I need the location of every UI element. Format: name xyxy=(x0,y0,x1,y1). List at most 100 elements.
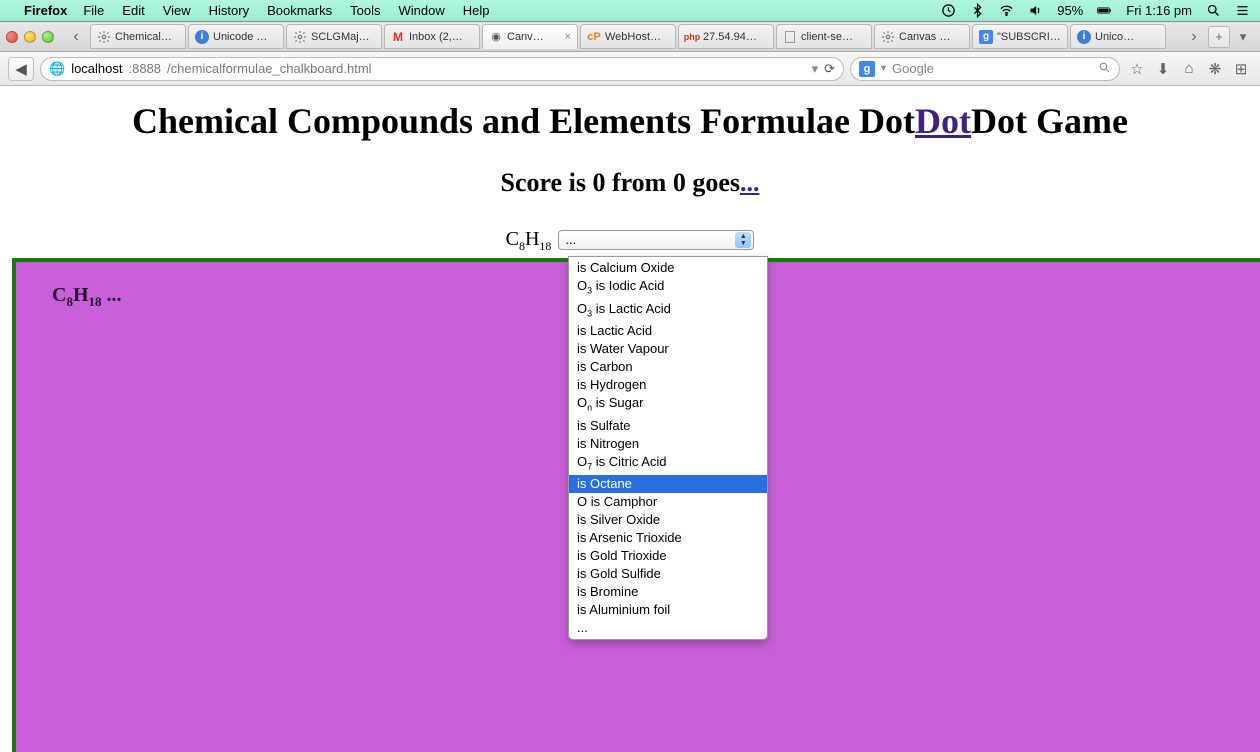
browser-tab[interactable]: MInbox (2,… xyxy=(384,24,480,49)
select-arrows-icon: ▲▼ xyxy=(735,232,751,248)
browser-tab[interactable]: cPWebHost… xyxy=(580,24,676,49)
menu-bookmarks[interactable]: Bookmarks xyxy=(267,3,332,18)
menu-edit[interactable]: Edit xyxy=(122,3,144,18)
timemachine-icon[interactable] xyxy=(941,3,956,18)
answer-select[interactable]: ... ▲▼ xyxy=(558,230,754,250)
downloads-icon[interactable]: ⬇ xyxy=(1152,58,1174,80)
dropdown-option[interactable]: is Lactic Acid xyxy=(569,322,767,340)
dropdown-option[interactable]: is Water Vapour xyxy=(569,340,767,358)
reload-button[interactable]: ⟳ xyxy=(824,61,835,77)
tab-close-icon[interactable]: × xyxy=(565,31,571,43)
feed-icon[interactable]: ❋ xyxy=(1204,58,1226,80)
new-tab-button[interactable]: + xyxy=(1208,26,1230,48)
menu-file[interactable]: File xyxy=(83,3,104,18)
tab-title: Unico… xyxy=(1095,31,1159,43)
battery-percent[interactable]: 95% xyxy=(1057,3,1083,18)
volume-icon[interactable] xyxy=(1028,3,1043,18)
tab-scroll-right[interactable]: › xyxy=(1184,27,1204,47)
browser-tab[interactable]: SCLGMaj… xyxy=(286,24,382,49)
dropdown-option[interactable]: is Octane xyxy=(569,475,767,493)
tab-title: Chemical… xyxy=(115,31,179,43)
dropdown-option[interactable]: O3 is Lactic Acid xyxy=(569,300,767,323)
browser-tab[interactable]: iUnico… xyxy=(1070,24,1166,49)
bluetooth-icon[interactable] xyxy=(970,3,985,18)
tab-favicon: i xyxy=(195,30,209,44)
dropdown-option[interactable]: is Bromine xyxy=(569,583,767,601)
tab-title: "SUBSCRI… xyxy=(997,31,1061,43)
url-input[interactable]: 🌐 localhost:8888/chemicalformulae_chalkb… xyxy=(40,57,844,81)
dropdown-option[interactable]: O7 is Citric Acid xyxy=(569,453,767,476)
tab-overflow-button[interactable]: ▾ xyxy=(1232,29,1254,45)
search-input[interactable]: g ▾ Google xyxy=(850,57,1120,81)
menubar-app-name[interactable]: Firefox xyxy=(24,3,67,18)
search-engine-dropdown-icon[interactable]: ▾ xyxy=(881,63,886,74)
close-window-button[interactable] xyxy=(6,31,18,43)
browser-tab[interactable]: client-se… xyxy=(776,24,872,49)
browser-tab[interactable]: g "SUBSCRI… xyxy=(972,24,1068,49)
dropdown-option[interactable]: is Carbon xyxy=(569,358,767,376)
wifi-icon[interactable] xyxy=(999,3,1014,18)
url-path: /chemicalformulae_chalkboard.html xyxy=(167,61,371,76)
browser-tab[interactable]: Canvas … xyxy=(874,24,970,49)
formula-text: C8H18 xyxy=(506,228,552,250)
dropdown-option[interactable]: O3 is Iodic Acid xyxy=(569,277,767,300)
tab-title: Canv… xyxy=(507,31,559,43)
browser-tab[interactable]: php 27.54.94… xyxy=(678,24,774,49)
browser-toolbar: ◀ 🌐 localhost:8888/chemicalformulae_chal… xyxy=(0,52,1260,86)
dropdown-option[interactable]: is Gold Sulfide xyxy=(569,565,767,583)
battery-icon[interactable] xyxy=(1097,3,1112,18)
home-button[interactable]: ⌂ xyxy=(1178,58,1200,80)
dropdown-option[interactable]: O is Camphor xyxy=(569,493,767,511)
menu-view[interactable]: View xyxy=(163,3,191,18)
tab-title: 27.54.94… xyxy=(703,31,767,43)
dropdown-option[interactable]: is Sulfate xyxy=(569,417,767,435)
bookmark-star-icon[interactable]: ☆ xyxy=(1126,58,1148,80)
browser-tab[interactable]: iUnicode … xyxy=(188,24,284,49)
tab-favicon: g xyxy=(979,30,993,44)
tab-scroll-left[interactable]: ‹ xyxy=(66,27,86,47)
tab-title: Inbox (2,… xyxy=(409,31,473,43)
url-port: :8888 xyxy=(129,61,162,76)
menu-tools[interactable]: Tools xyxy=(350,3,380,18)
dropdown-option[interactable]: is Arsenic Trioxide xyxy=(569,529,767,547)
answer-dropdown-list[interactable]: is Calcium OxideO3 is Iodic AcidO3 is La… xyxy=(568,256,768,640)
tab-favicon xyxy=(783,30,797,44)
browser-tab[interactable]: Chemical… xyxy=(90,24,186,49)
score-label-post: goes xyxy=(686,168,740,197)
notification-center-icon[interactable] xyxy=(1235,3,1250,18)
menubar-clock[interactable]: Fri 1:16 pm xyxy=(1126,3,1192,18)
dropdown-option[interactable]: is Hydrogen xyxy=(569,376,767,394)
addon-icon[interactable]: ⊞ xyxy=(1230,58,1252,80)
goes-value: 0 xyxy=(673,168,686,197)
select-current-value: ... xyxy=(565,232,576,247)
spotlight-icon[interactable] xyxy=(1206,3,1221,18)
score-label-pre: Score is xyxy=(500,168,592,197)
window-controls xyxy=(6,31,54,43)
back-button[interactable]: ◀ xyxy=(8,57,34,81)
score-heading: Score is 0 from 0 goes... xyxy=(0,168,1260,198)
zoom-window-button[interactable] xyxy=(42,31,54,43)
menu-help[interactable]: Help xyxy=(463,3,490,18)
tab-title: SCLGMaj… xyxy=(311,31,375,43)
dropdown-option[interactable]: is Calcium Oxide xyxy=(569,259,767,277)
title-text-pre: Chemical Compounds and Elements Formulae… xyxy=(132,101,915,141)
dropdown-option[interactable]: is Silver Oxide xyxy=(569,511,767,529)
dropdown-option[interactable]: is Nitrogen xyxy=(569,435,767,453)
dropdown-option[interactable]: ... xyxy=(569,619,767,637)
menu-window[interactable]: Window xyxy=(399,3,445,18)
search-icon[interactable] xyxy=(1098,61,1111,77)
dropdown-option[interactable]: On is Sugar xyxy=(569,394,767,417)
page-title: Chemical Compounds and Elements Formulae… xyxy=(0,100,1260,142)
page-identity-icon[interactable]: 🌐 xyxy=(49,61,65,77)
tab-favicon xyxy=(293,30,307,44)
minimize-window-button[interactable] xyxy=(24,31,36,43)
menu-history[interactable]: History xyxy=(209,3,249,18)
browser-tab[interactable]: ◉Canv…× xyxy=(482,24,578,49)
score-dots-link[interactable]: ... xyxy=(740,168,760,197)
dropdown-option[interactable]: is Aluminium foil xyxy=(569,601,767,619)
reader-mode-icon[interactable]: ▾ xyxy=(812,61,819,77)
title-dot-link[interactable]: Dot xyxy=(915,101,971,141)
dropdown-option[interactable]: is Gold Trioxide xyxy=(569,547,767,565)
tab-favicon: php xyxy=(685,30,699,44)
score-value: 0 xyxy=(592,168,605,197)
